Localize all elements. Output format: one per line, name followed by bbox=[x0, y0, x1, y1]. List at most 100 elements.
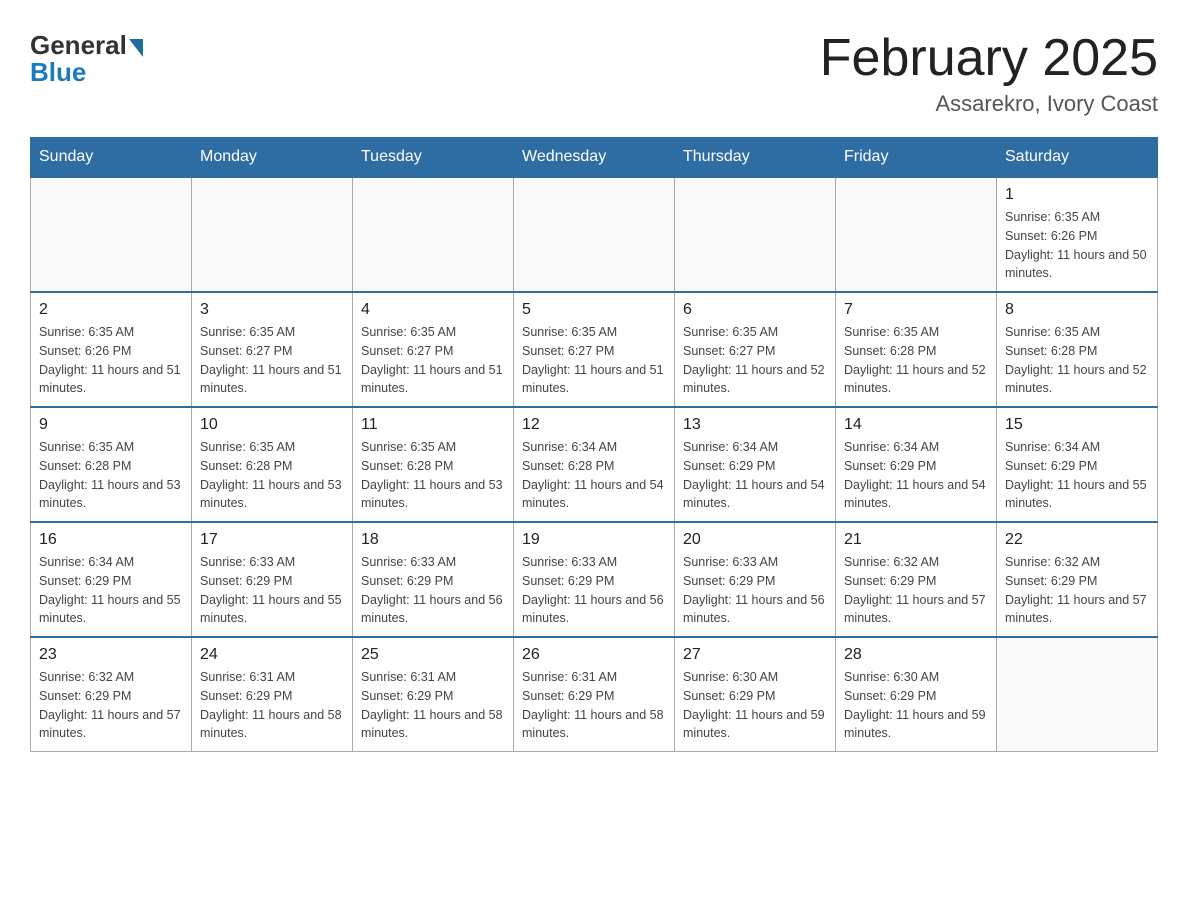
calendar-cell: 15 Sunrise: 6:34 AMSunset: 6:29 PMDayligh… bbox=[997, 407, 1158, 522]
day-number: 19 bbox=[522, 531, 666, 549]
day-number: 14 bbox=[844, 416, 988, 434]
calendar-cell: 17 Sunrise: 6:33 AMSunset: 6:29 PMDayligh… bbox=[192, 522, 353, 637]
calendar-cell: 10 Sunrise: 6:35 AMSunset: 6:28 PMDayligh… bbox=[192, 407, 353, 522]
day-number: 15 bbox=[1005, 416, 1149, 434]
day-info: Sunrise: 6:34 AMSunset: 6:29 PMDaylight:… bbox=[39, 553, 183, 628]
week-row-1: 1 Sunrise: 6:35 AMSunset: 6:26 PMDaylight… bbox=[31, 177, 1158, 292]
column-header-monday: Monday bbox=[192, 138, 353, 178]
calendar-cell: 6Sunrise: 6:35 AMSunset: 6:27 PMDaylight… bbox=[675, 292, 836, 407]
day-number: 20 bbox=[683, 531, 827, 549]
calendar-table: SundayMondayTuesdayWednesdayThursdayFrid… bbox=[30, 137, 1158, 752]
day-info: Sunrise: 6:35 AMSunset: 6:26 PMDaylight:… bbox=[1005, 208, 1149, 283]
day-info: Sunrise: 6:35 AMSunset: 6:27 PMDaylight:… bbox=[200, 323, 344, 398]
column-header-thursday: Thursday bbox=[675, 138, 836, 178]
calendar-cell: 23Sunrise: 6:32 AMSunset: 6:29 PMDayligh… bbox=[31, 637, 192, 752]
day-info: Sunrise: 6:35 AMSunset: 6:27 PMDaylight:… bbox=[361, 323, 505, 398]
calendar-cell: 25 Sunrise: 6:31 AMSunset: 6:29 PMDayligh… bbox=[353, 637, 514, 752]
column-header-saturday: Saturday bbox=[997, 138, 1158, 178]
day-info: Sunrise: 6:35 AMSunset: 6:27 PMDaylight:… bbox=[522, 323, 666, 398]
calendar-cell bbox=[836, 177, 997, 292]
day-info: Sunrise: 6:30 AMSunset: 6:29 PMDaylight:… bbox=[683, 668, 827, 743]
calendar-cell: 4 Sunrise: 6:35 AMSunset: 6:27 PMDaylight… bbox=[353, 292, 514, 407]
calendar-cell: 9 Sunrise: 6:35 AMSunset: 6:28 PMDaylight… bbox=[31, 407, 192, 522]
day-number: 7 bbox=[844, 301, 988, 319]
calendar-cell: 2Sunrise: 6:35 AMSunset: 6:26 PMDaylight… bbox=[31, 292, 192, 407]
calendar-cell: 14 Sunrise: 6:34 AMSunset: 6:29 PMDayligh… bbox=[836, 407, 997, 522]
day-number: 17 bbox=[200, 531, 344, 549]
day-number: 27 bbox=[683, 646, 827, 664]
day-number: 3 bbox=[200, 301, 344, 319]
logo-blue-text: Blue bbox=[30, 57, 86, 88]
day-number: 1 bbox=[1005, 186, 1149, 204]
day-info: Sunrise: 6:31 AMSunset: 6:29 PMDaylight:… bbox=[522, 668, 666, 743]
day-info: Sunrise: 6:33 AMSunset: 6:29 PMDaylight:… bbox=[522, 553, 666, 628]
day-info: Sunrise: 6:34 AMSunset: 6:29 PMDaylight:… bbox=[1005, 438, 1149, 513]
day-number: 11 bbox=[361, 416, 505, 434]
calendar-cell: 11 Sunrise: 6:35 AMSunset: 6:28 PMDayligh… bbox=[353, 407, 514, 522]
week-row-2: 2Sunrise: 6:35 AMSunset: 6:26 PMDaylight… bbox=[31, 292, 1158, 407]
day-number: 12 bbox=[522, 416, 666, 434]
calendar-cell: 18 Sunrise: 6:33 AMSunset: 6:29 PMDayligh… bbox=[353, 522, 514, 637]
calendar-cell: 8 Sunrise: 6:35 AMSunset: 6:28 PMDaylight… bbox=[997, 292, 1158, 407]
day-info: Sunrise: 6:33 AMSunset: 6:29 PMDaylight:… bbox=[361, 553, 505, 628]
calendar-cell: 28 Sunrise: 6:30 AMSunset: 6:29 PMDayligh… bbox=[836, 637, 997, 752]
day-info: Sunrise: 6:33 AMSunset: 6:29 PMDaylight:… bbox=[200, 553, 344, 628]
calendar-cell: 19 Sunrise: 6:33 AMSunset: 6:29 PMDayligh… bbox=[514, 522, 675, 637]
day-number: 26 bbox=[522, 646, 666, 664]
calendar-cell: 27 Sunrise: 6:30 AMSunset: 6:29 PMDayligh… bbox=[675, 637, 836, 752]
day-info: Sunrise: 6:34 AMSunset: 6:28 PMDaylight:… bbox=[522, 438, 666, 513]
day-number: 24 bbox=[200, 646, 344, 664]
day-number: 13 bbox=[683, 416, 827, 434]
month-title: February 2025 bbox=[820, 30, 1158, 87]
day-number: 18 bbox=[361, 531, 505, 549]
day-number: 2 bbox=[39, 301, 183, 319]
calendar-cell bbox=[997, 637, 1158, 752]
calendar-header-row: SundayMondayTuesdayWednesdayThursdayFrid… bbox=[31, 138, 1158, 178]
calendar-cell: 13Sunrise: 6:34 AMSunset: 6:29 PMDayligh… bbox=[675, 407, 836, 522]
calendar-cell: 3 Sunrise: 6:35 AMSunset: 6:27 PMDaylight… bbox=[192, 292, 353, 407]
calendar-cell: 24 Sunrise: 6:31 AMSunset: 6:29 PMDayligh… bbox=[192, 637, 353, 752]
day-number: 16 bbox=[39, 531, 183, 549]
day-number: 8 bbox=[1005, 301, 1149, 319]
day-info: Sunrise: 6:31 AMSunset: 6:29 PMDaylight:… bbox=[200, 668, 344, 743]
day-number: 10 bbox=[200, 416, 344, 434]
logo: General Blue bbox=[30, 30, 143, 88]
day-number: 22 bbox=[1005, 531, 1149, 549]
page-header: General Blue February 2025 Assarekro, Iv… bbox=[30, 30, 1158, 117]
day-number: 21 bbox=[844, 531, 988, 549]
column-header-sunday: Sunday bbox=[31, 138, 192, 178]
title-area: February 2025 Assarekro, Ivory Coast bbox=[820, 30, 1158, 117]
calendar-cell bbox=[192, 177, 353, 292]
calendar-cell: 12 Sunrise: 6:34 AMSunset: 6:28 PMDayligh… bbox=[514, 407, 675, 522]
calendar-cell: 1 Sunrise: 6:35 AMSunset: 6:26 PMDaylight… bbox=[997, 177, 1158, 292]
day-number: 25 bbox=[361, 646, 505, 664]
day-info: Sunrise: 6:35 AMSunset: 6:28 PMDaylight:… bbox=[39, 438, 183, 513]
calendar-cell bbox=[514, 177, 675, 292]
column-header-friday: Friday bbox=[836, 138, 997, 178]
day-info: Sunrise: 6:35 AMSunset: 6:28 PMDaylight:… bbox=[1005, 323, 1149, 398]
day-info: Sunrise: 6:35 AMSunset: 6:28 PMDaylight:… bbox=[844, 323, 988, 398]
day-info: Sunrise: 6:31 AMSunset: 6:29 PMDaylight:… bbox=[361, 668, 505, 743]
calendar-cell bbox=[353, 177, 514, 292]
calendar-cell: 7 Sunrise: 6:35 AMSunset: 6:28 PMDaylight… bbox=[836, 292, 997, 407]
day-info: Sunrise: 6:35 AMSunset: 6:28 PMDaylight:… bbox=[361, 438, 505, 513]
column-header-tuesday: Tuesday bbox=[353, 138, 514, 178]
calendar-cell bbox=[31, 177, 192, 292]
day-number: 4 bbox=[361, 301, 505, 319]
week-row-5: 23Sunrise: 6:32 AMSunset: 6:29 PMDayligh… bbox=[31, 637, 1158, 752]
day-number: 9 bbox=[39, 416, 183, 434]
week-row-3: 9 Sunrise: 6:35 AMSunset: 6:28 PMDaylight… bbox=[31, 407, 1158, 522]
day-info: Sunrise: 6:30 AMSunset: 6:29 PMDaylight:… bbox=[844, 668, 988, 743]
day-info: Sunrise: 6:35 AMSunset: 6:28 PMDaylight:… bbox=[200, 438, 344, 513]
calendar-cell: 21Sunrise: 6:32 AMSunset: 6:29 PMDayligh… bbox=[836, 522, 997, 637]
day-info: Sunrise: 6:34 AMSunset: 6:29 PMDaylight:… bbox=[844, 438, 988, 513]
week-row-4: 16 Sunrise: 6:34 AMSunset: 6:29 PMDayligh… bbox=[31, 522, 1158, 637]
calendar-cell: 22Sunrise: 6:32 AMSunset: 6:29 PMDayligh… bbox=[997, 522, 1158, 637]
day-info: Sunrise: 6:32 AMSunset: 6:29 PMDaylight:… bbox=[39, 668, 183, 743]
calendar-cell: 20 Sunrise: 6:33 AMSunset: 6:29 PMDayligh… bbox=[675, 522, 836, 637]
calendar-cell: 16 Sunrise: 6:34 AMSunset: 6:29 PMDayligh… bbox=[31, 522, 192, 637]
day-number: 28 bbox=[844, 646, 988, 664]
logo-arrow-icon bbox=[129, 39, 143, 57]
calendar-cell: 26 Sunrise: 6:31 AMSunset: 6:29 PMDayligh… bbox=[514, 637, 675, 752]
day-info: Sunrise: 6:33 AMSunset: 6:29 PMDaylight:… bbox=[683, 553, 827, 628]
